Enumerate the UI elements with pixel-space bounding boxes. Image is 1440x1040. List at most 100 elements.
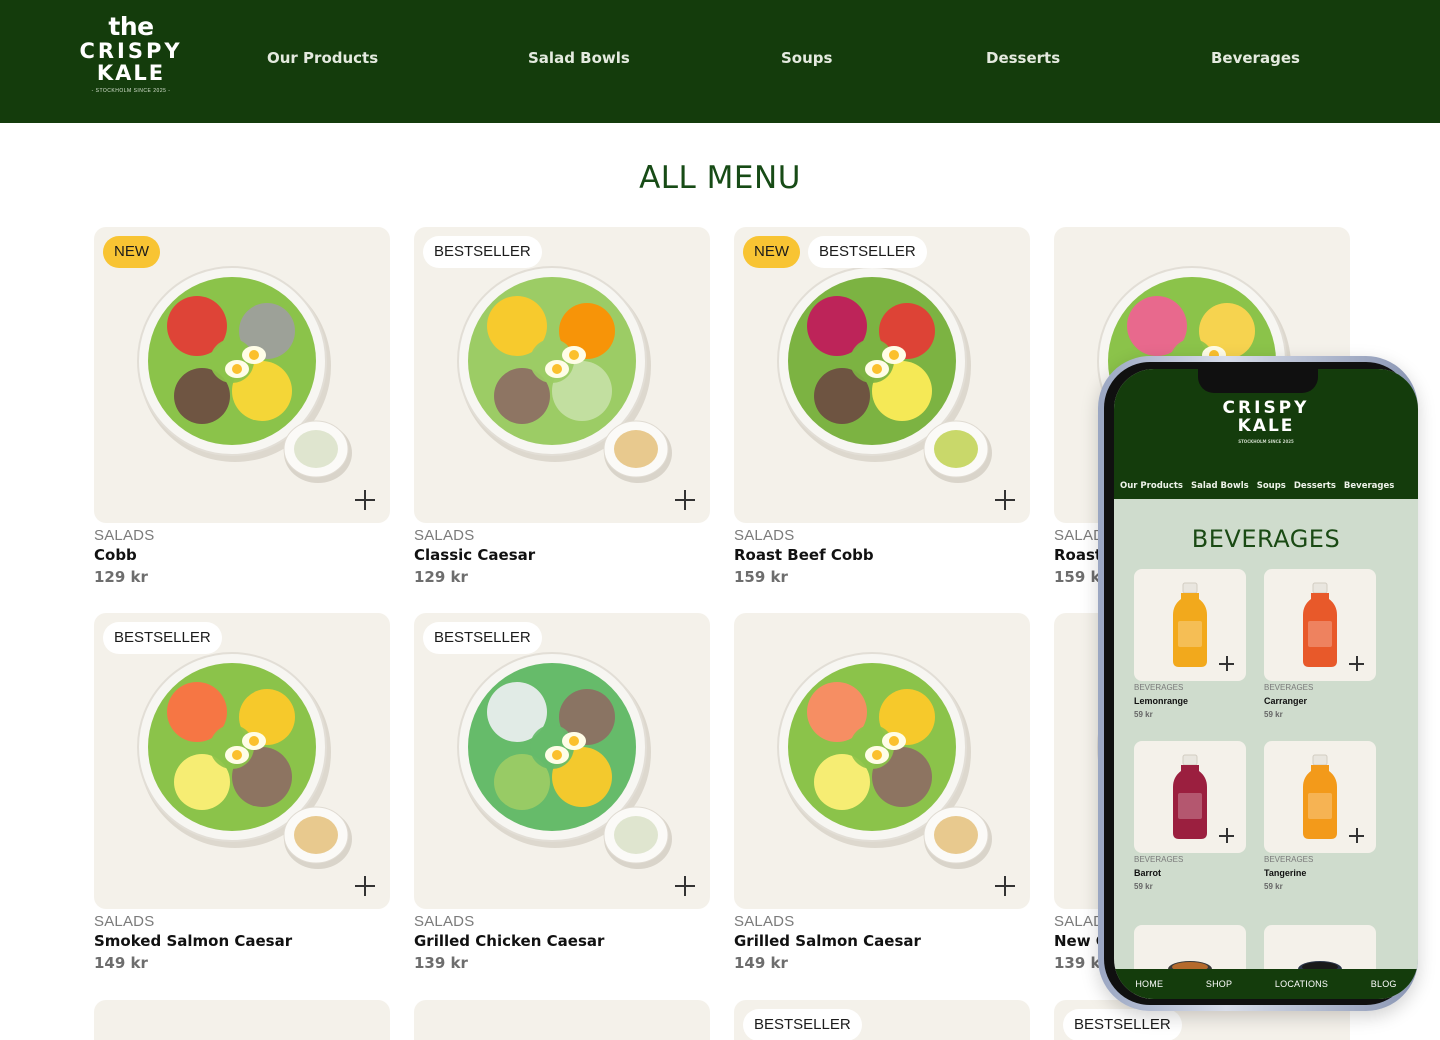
mobile-bottom-locations[interactable]: LOCATIONS bbox=[1275, 979, 1328, 989]
brand-logo[interactable]: the CRISPY KALE - STOCKHOLM SINCE 2025 - bbox=[72, 12, 190, 95]
add-to-cart-plus-icon[interactable] bbox=[354, 489, 376, 511]
product-image bbox=[734, 613, 1030, 909]
add-to-cart-plus-icon[interactable] bbox=[1219, 828, 1234, 843]
product-card[interactable]: NEW SALADS Cobb 129 kr bbox=[94, 227, 390, 587]
product-price: 129 kr bbox=[414, 568, 468, 586]
badge-group: BESTSELLER bbox=[423, 236, 542, 268]
mobile-product-name: Barrot bbox=[1134, 868, 1162, 878]
product-category: SALADS bbox=[94, 913, 155, 930]
product-image: BESTSELLER bbox=[734, 1000, 1030, 1040]
mobile-nav-soups[interactable]: Soups bbox=[1257, 481, 1286, 491]
juice-bottle-image bbox=[1264, 741, 1376, 853]
product-price: 139 kr bbox=[414, 954, 468, 972]
mobile-product-card[interactable]: BEVERAGES Lemonrange 59 kr bbox=[1134, 569, 1246, 725]
add-to-cart-plus-icon[interactable] bbox=[994, 489, 1016, 511]
mobile-product-category: BEVERAGES bbox=[1264, 683, 1314, 692]
product-card[interactable]: BESTSELLER SALADS Grilled Chicken Caesar 13… bbox=[414, 613, 710, 973]
product-price: 159 kr bbox=[734, 568, 788, 586]
page-title: ALL MENU bbox=[639, 160, 801, 196]
mobile-product-name: Carranger bbox=[1264, 696, 1308, 706]
phone-screen: CRISPY KALE STOCKHOLM SINCE 2025 Our Pro… bbox=[1114, 369, 1418, 999]
nav-beverages[interactable]: Beverages bbox=[1211, 49, 1300, 67]
bestseller-badge: BESTSELLER bbox=[743, 1009, 862, 1040]
new-badge: NEW bbox=[103, 236, 160, 268]
product-card[interactable]: BESTSELLER SALADS Smoked Salmon Caesar 149 … bbox=[94, 613, 390, 973]
mobile-product-category: BEVERAGES bbox=[1264, 855, 1314, 864]
product-price: 149 kr bbox=[94, 954, 148, 972]
juice-bottle-image bbox=[1134, 569, 1246, 681]
mobile-bottom-blog[interactable]: BLOG bbox=[1371, 979, 1397, 989]
product-category: SALADS bbox=[414, 913, 475, 930]
salad-bowl-icon bbox=[457, 266, 672, 483]
mobile-logo-crispy: CRISPY bbox=[1222, 398, 1310, 418]
salad-bowl-icon bbox=[777, 652, 992, 869]
salad-bowl-icon bbox=[137, 652, 352, 869]
product-image bbox=[94, 1000, 390, 1040]
product-price: 149 kr bbox=[734, 954, 788, 972]
salad-bowl-icon bbox=[457, 652, 672, 869]
product-image: BESTSELLER bbox=[414, 613, 710, 909]
mobile-product-category: BEVERAGES bbox=[1134, 683, 1184, 692]
add-to-cart-plus-icon[interactable] bbox=[1219, 656, 1234, 671]
mobile-nav-our-products[interactable]: Our Products bbox=[1120, 481, 1183, 491]
product-name: Roast Beef Cobb bbox=[734, 546, 874, 564]
product-card[interactable]: NEW BESTSELLER SALADS Roast Beef Cobb 159 kr bbox=[734, 227, 1030, 587]
badge-group: BESTSELLER bbox=[103, 622, 222, 654]
product-name: Cobb bbox=[94, 546, 137, 564]
logo-line-crispy: CRISPY bbox=[79, 39, 183, 63]
mobile-nav-salad-bowls[interactable]: Salad Bowls bbox=[1191, 481, 1249, 491]
product-image: BESTSELLER bbox=[414, 227, 710, 523]
badge-group: NEW bbox=[103, 236, 160, 268]
mobile-page-title: BEVERAGES bbox=[1191, 525, 1341, 553]
bestseller-badge: BESTSELLER bbox=[423, 622, 542, 654]
add-to-cart-plus-icon[interactable] bbox=[674, 489, 696, 511]
product-category: SALADS bbox=[734, 527, 795, 544]
bestseller-badge: BESTSELLER bbox=[423, 236, 542, 268]
new-badge: NEW bbox=[743, 236, 800, 268]
mobile-product-name: Lemonrange bbox=[1134, 696, 1189, 706]
mobile-product-price: 59 kr bbox=[1264, 710, 1283, 719]
add-to-cart-plus-icon[interactable] bbox=[674, 875, 696, 897]
nav-soups[interactable]: Soups bbox=[781, 49, 832, 67]
mobile-bottom-nav: HOME SHOP LOCATIONS BLOG bbox=[1114, 969, 1418, 999]
mobile-logo-tagline: STOCKHOLM SINCE 2025 bbox=[1238, 439, 1294, 444]
product-image bbox=[414, 1000, 710, 1040]
mobile-nav-beverages[interactable]: Beverages bbox=[1344, 481, 1394, 491]
mobile-product-price: 59 kr bbox=[1264, 882, 1283, 891]
mobile-product-name: Tangerine bbox=[1264, 868, 1307, 878]
mobile-product-card[interactable]: BEVERAGES Barrot 59 kr bbox=[1134, 741, 1246, 897]
mobile-product-card[interactable]: BEVERAGES Tangerine 59 kr bbox=[1264, 741, 1376, 897]
add-to-cart-plus-icon[interactable] bbox=[1349, 828, 1364, 843]
salad-bowl-icon bbox=[137, 266, 352, 483]
mobile-product-card[interactable]: BEVERAGES Carranger 59 kr bbox=[1264, 569, 1376, 725]
add-to-cart-plus-icon[interactable] bbox=[1349, 656, 1364, 671]
product-image: NEW BESTSELLER bbox=[734, 227, 1030, 523]
mobile-product-category: BEVERAGES bbox=[1134, 855, 1184, 864]
badge-group: BESTSELLER bbox=[423, 622, 542, 654]
logo-tagline: - STOCKHOLM SINCE 2025 - bbox=[91, 88, 171, 94]
mobile-header: CRISPY KALE STOCKHOLM SINCE 2025 Our Pro… bbox=[1114, 369, 1418, 499]
add-to-cart-plus-icon[interactable] bbox=[994, 875, 1016, 897]
bestseller-badge: BESTSELLER bbox=[103, 622, 222, 654]
nav-salad-bowls[interactable]: Salad Bowls bbox=[528, 49, 630, 67]
product-name: Grilled Chicken Caesar bbox=[414, 932, 605, 950]
product-name: Smoked Salmon Caesar bbox=[94, 932, 293, 950]
badge-group: NEW BESTSELLER bbox=[743, 236, 927, 268]
bestseller-badge: BESTSELLER bbox=[1063, 1009, 1182, 1040]
mobile-nav-desserts[interactable]: Desserts bbox=[1294, 481, 1336, 491]
juice-bottle-image bbox=[1264, 569, 1376, 681]
mobile-bottom-shop[interactable]: SHOP bbox=[1206, 979, 1232, 989]
mobile-logo-kale: KALE bbox=[1237, 416, 1295, 436]
product-card[interactable]: SALADS Grilled Salmon Caesar 149 kr bbox=[734, 613, 1030, 973]
salad-bowl-icon bbox=[777, 266, 992, 483]
logo-line-kale: KALE bbox=[96, 61, 166, 85]
nav-our-products[interactable]: Our Products bbox=[267, 49, 378, 67]
logo-line-the: the bbox=[108, 12, 154, 41]
product-card[interactable]: BESTSELLER SALADS Classic Caesar 129 kr bbox=[414, 227, 710, 587]
nav-desserts[interactable]: Desserts bbox=[986, 49, 1060, 67]
mobile-bottom-home[interactable]: HOME bbox=[1135, 979, 1163, 989]
phone-mockup: CRISPY KALE STOCKHOLM SINCE 2025 Our Pro… bbox=[1098, 356, 1418, 1011]
mobile-logo[interactable]: CRISPY KALE STOCKHOLM SINCE 2025 bbox=[1114, 399, 1418, 444]
add-to-cart-plus-icon[interactable] bbox=[354, 875, 376, 897]
bestseller-badge: BESTSELLER bbox=[808, 236, 927, 268]
